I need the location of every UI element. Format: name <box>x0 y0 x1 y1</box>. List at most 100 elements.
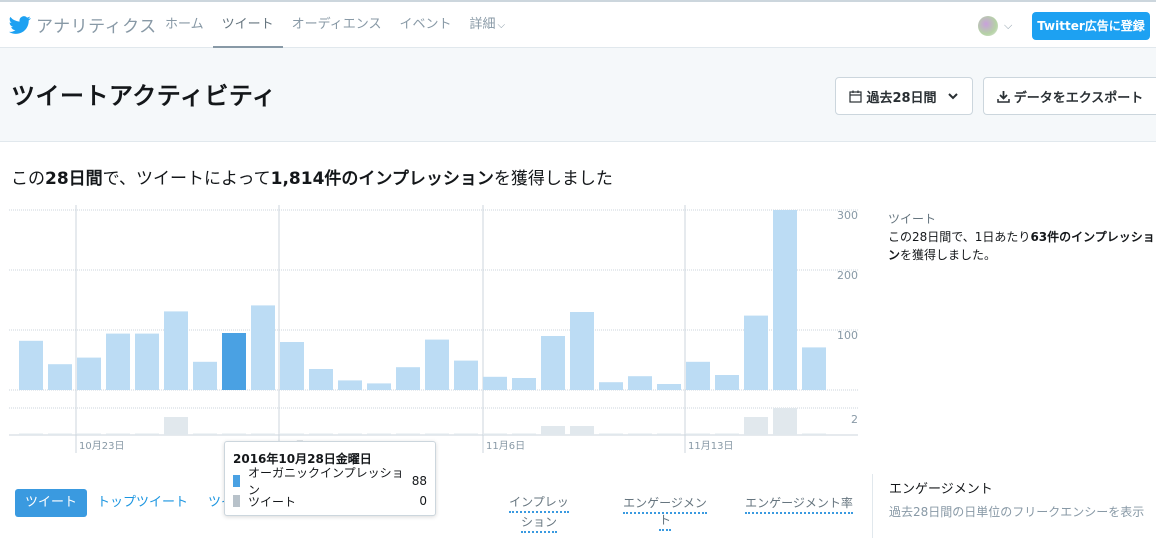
chart-tooltip: 2016年10月28日金曜日 オーガニックインプレッション 88 ツイート 0 <box>224 441 436 516</box>
impression-bar <box>251 305 275 390</box>
metric-tab-engagement-rate-label: エンゲージメント率 <box>745 496 853 514</box>
impression-bar <box>338 380 362 390</box>
impression-bar <box>628 376 652 390</box>
tweet-bar <box>106 433 130 435</box>
summary-prefix: この <box>11 169 45 189</box>
tweet-bar <box>454 433 478 435</box>
impression-bar <box>657 384 681 390</box>
tweet-bar <box>280 433 304 435</box>
tweet-bar <box>512 433 536 435</box>
metric-tab-engagement-rate[interactable]: エンゲージメント率 <box>745 494 853 514</box>
tweet-bar <box>222 433 246 435</box>
y-tick-label: 200 <box>837 269 858 282</box>
impression-bar <box>454 360 478 390</box>
summary-suffix: を獲得しました <box>493 169 613 189</box>
tooltip-value: 0 <box>419 494 427 508</box>
metric-tab-engagements[interactable]: エンゲージメント <box>618 494 712 531</box>
impression-bar <box>280 342 304 390</box>
tweet-bar <box>251 433 275 435</box>
impression-bar <box>773 210 797 390</box>
side-description: この28日間で、1日あたり63件のインプレッションを獲得しました。 <box>888 228 1156 264</box>
nav-audience[interactable]: オーディエンス <box>283 2 391 48</box>
export-label: データをエクスポート <box>1013 90 1144 106</box>
impression-bar <box>744 315 768 390</box>
tooltip-swatch <box>233 475 240 487</box>
impression-bar <box>222 333 246 390</box>
side-text-after: を獲得しました。 <box>900 248 997 262</box>
impression-bar <box>77 357 101 390</box>
metric-tab-impressions-label: インプレッション <box>509 495 569 533</box>
export-data-button[interactable]: データをエクスポート <box>983 77 1156 115</box>
tweet-bar <box>570 426 594 435</box>
tweet-bar <box>193 433 217 435</box>
y-tick-label: 2 <box>851 413 858 426</box>
tweet-bar <box>599 433 623 435</box>
metric-tab-engagements-label: エンゲージメント <box>623 496 707 531</box>
tweet-bar <box>483 433 507 435</box>
x-tick-label: 11月13日 <box>688 440 733 452</box>
summary-suffix-bold: のインプレッション <box>341 169 494 189</box>
impression-bar <box>715 375 739 390</box>
tweet-bar <box>425 433 449 435</box>
engagement-title: エンゲージメント <box>889 482 993 497</box>
impression-bar <box>686 361 710 390</box>
date-range-label: 過去28日間 <box>866 90 937 106</box>
tooltip-value: 88 <box>411 474 427 488</box>
tweet-bar <box>77 433 101 435</box>
tooltip-label: ツイート <box>248 494 297 509</box>
nav-tweets[interactable]: ツイート <box>212 2 283 49</box>
impression-bar <box>512 378 536 390</box>
tweet-bar <box>135 433 159 435</box>
tweet-bar <box>628 433 652 435</box>
chevron-down-icon <box>947 93 958 100</box>
nav-home[interactable]: ホーム <box>156 2 213 48</box>
tweet-bar <box>19 433 43 435</box>
side-text-before: この28日間で、1日あたり <box>888 230 1031 244</box>
tweet-bar <box>657 433 681 435</box>
tweet-bar <box>367 433 391 435</box>
promote-button[interactable]: Twitter広告に登録 <box>1032 12 1150 40</box>
brand-title: アナリティクス <box>36 17 157 37</box>
impression-bar <box>425 339 449 390</box>
impressions-chart: 100200300210月23日10月30日11月6日11月13日 <box>9 205 858 453</box>
y-tick-label: 100 <box>837 329 858 342</box>
tweet-bar <box>541 426 565 435</box>
metric-tab-impressions[interactable]: インプレッション <box>508 492 570 533</box>
impression-bar <box>193 361 217 390</box>
main-nav: ホーム ツイート オーディエンス イベント 詳細 ⌵ <box>156 2 515 49</box>
top-navigation-bar: アナリティクス ホーム ツイート オーディエンス イベント 詳細 ⌵ ⌵ Twit… <box>0 0 1156 49</box>
tweet-bar <box>309 433 333 435</box>
impression-bar <box>164 311 188 390</box>
engagement-panel: エンゲージメント 過去28日間の日単位のフリークエンシーを表示 <box>872 474 1156 538</box>
tweet-bar <box>396 433 420 435</box>
date-range-button[interactable]: 過去28日間 <box>835 77 973 115</box>
tweet-bar <box>773 408 797 435</box>
nav-events[interactable]: イベント <box>390 2 460 48</box>
account-menu[interactable]: ⌵ <box>978 16 1012 36</box>
calendar-icon <box>849 90 863 103</box>
x-tick-label: 11月6日 <box>486 440 525 452</box>
impression-bar <box>396 367 420 390</box>
brand[interactable]: アナリティクス <box>8 12 157 37</box>
page-title: ツイートアクティビティ <box>11 82 277 110</box>
impressions-summary: この28日間で、ツイートによって1,814件のインプレッションを獲得しました <box>11 164 613 189</box>
twitter-bird-icon <box>9 15 31 34</box>
impression-bar <box>599 382 623 390</box>
impression-bar <box>48 364 72 390</box>
impression-bar <box>19 340 43 390</box>
tab-top-tweets[interactable]: トップツイート <box>87 489 198 517</box>
page-header: ツイートアクティビティ 過去28日間 データをエクスポート <box>0 48 1156 142</box>
y-tick-label: 300 <box>837 209 858 222</box>
tooltip-row: オーガニックインプレッション 88 <box>233 466 427 497</box>
tweet-tabs: ツイート トップツイート ツイ <box>15 489 244 517</box>
tweet-bar <box>715 433 739 435</box>
tab-tweets[interactable]: ツイート <box>15 489 88 517</box>
impression-bar <box>541 336 565 390</box>
tweet-bar <box>338 433 362 435</box>
tweet-bar <box>686 433 710 435</box>
tweet-bar <box>164 417 188 435</box>
impression-bar <box>802 347 826 390</box>
impression-bar <box>309 369 333 390</box>
nav-more[interactable]: 詳細 ⌵ <box>461 2 515 48</box>
summary-days: 28日間 <box>45 169 103 189</box>
